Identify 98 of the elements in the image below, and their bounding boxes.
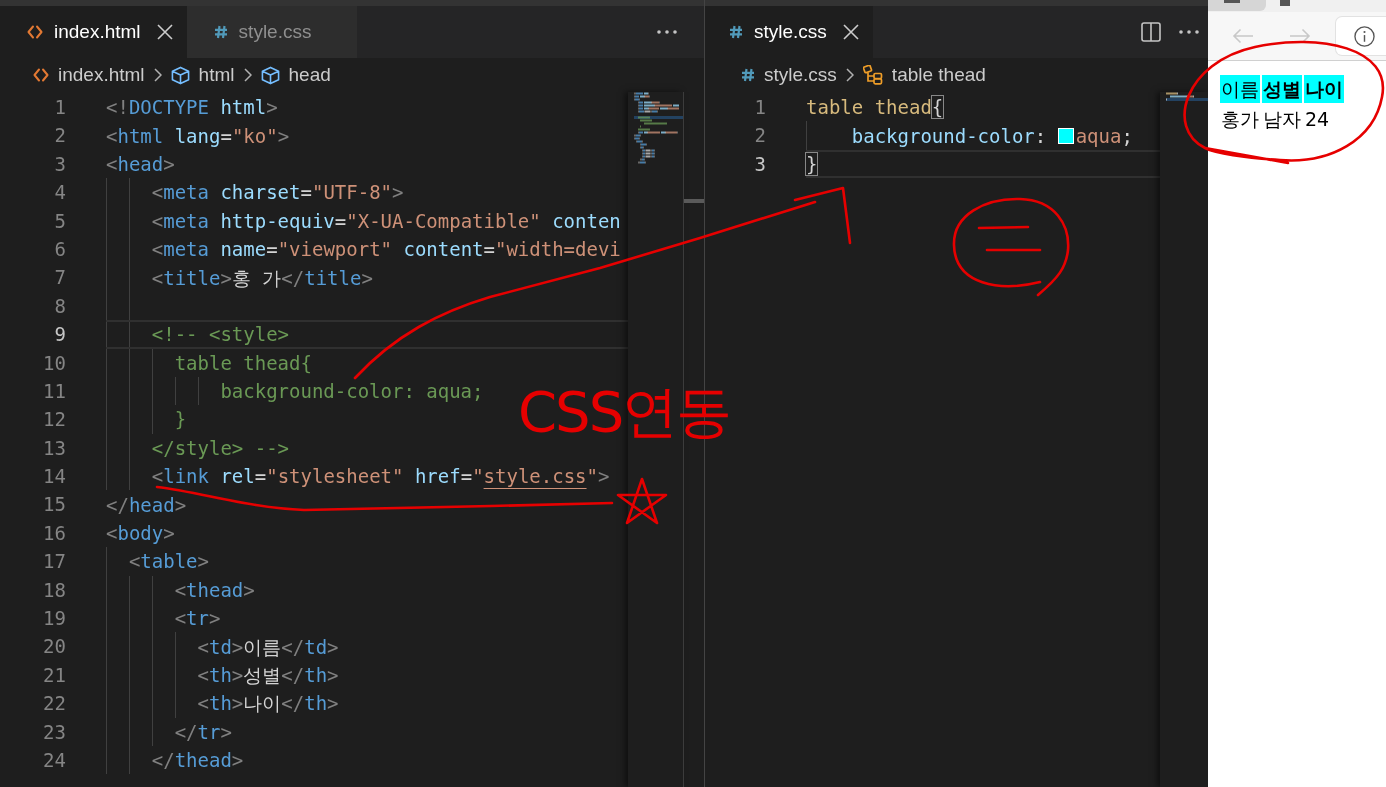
table-cell-text: 홍가: [1220, 107, 1260, 132]
hand-drawn-equals-sign: [977, 225, 1042, 252]
breadcrumb-item[interactable]: table thead: [862, 64, 986, 86]
code-line: <th>나이</th>: [197, 691, 339, 716]
cube-icon: [260, 65, 280, 85]
code-line: <th>성별</th>: [197, 663, 339, 687]
line-number: 19: [42, 606, 66, 632]
line-number: 2: [753, 123, 766, 149]
line-number: 1: [753, 95, 766, 120]
line-number: 13: [42, 435, 66, 461]
line-number: 11: [42, 378, 66, 404]
cube-icon: [170, 65, 190, 85]
line-number: 15: [42, 492, 66, 518]
line-number: 16: [42, 520, 66, 546]
code-line: <body>: [106, 521, 175, 546]
line-number: 9: [53, 322, 66, 348]
handwritten-note: CSS연동: [518, 384, 731, 440]
line-number: 24: [42, 748, 66, 773]
line-number: 3: [753, 151, 766, 177]
split-editor-icon[interactable]: [1141, 22, 1161, 42]
chevron-right-icon: [243, 68, 252, 82]
code-line: </style> -->: [151, 435, 290, 460]
code-brackets-icon: [33, 68, 49, 82]
line-number: 14: [42, 464, 66, 490]
browser-tab[interactable]: [1208, 0, 1266, 11]
code-line: <!DOCTYPE html>: [106, 95, 278, 120]
code-line: <title>홍 가</title>: [151, 265, 373, 290]
breadcrumb-item[interactable]: style.css: [741, 64, 837, 86]
hash-icon: [213, 25, 228, 39]
line-number: 10: [42, 350, 66, 376]
editor-tab[interactable]: index.html: [0, 6, 187, 58]
minimap[interactable]: [634, 92, 683, 164]
line-number: 17: [42, 549, 66, 575]
line-number: 1: [53, 95, 66, 120]
line-number: 22: [42, 691, 66, 717]
code-line: background-color:: [851, 123, 1048, 148]
minimap[interactable]: [1166, 92, 1208, 101]
code-line: table thead{: [806, 95, 944, 120]
code-brackets-icon: [27, 25, 43, 39]
line-number: 5: [53, 208, 66, 234]
line-number: 20: [42, 634, 66, 660]
close-icon[interactable]: [156, 24, 173, 40]
code-line: <head>: [106, 151, 175, 176]
more-icon[interactable]: [1179, 30, 1199, 34]
indent-guide: [197, 376, 199, 406]
code-line: }: [806, 151, 818, 176]
line-number: 21: [42, 662, 66, 688]
editor-tab[interactable]: style.css: [186, 6, 358, 58]
code-line: background-color: aqua;: [220, 379, 484, 404]
line-number: 3: [53, 151, 66, 177]
line-number: 4: [53, 180, 66, 206]
line-number: 18: [42, 577, 66, 603]
breadcrumb-item[interactable]: html: [170, 64, 235, 86]
indent-guide: [806, 121, 807, 150]
close-icon[interactable]: [842, 24, 859, 40]
tab-icon: [1224, 0, 1240, 3]
table-header-cell: 나이: [1304, 75, 1344, 103]
table-header-cell: 성별: [1262, 75, 1302, 103]
line-number: 8: [53, 293, 66, 319]
hash-icon: [741, 68, 755, 82]
code-line: table thead{: [174, 350, 312, 375]
line-number: 23: [42, 719, 66, 745]
line-number: 7: [53, 265, 66, 291]
code-line: </thead>: [151, 748, 244, 773]
chevron-right-icon: [845, 68, 854, 82]
hash-icon: [729, 25, 743, 39]
code-line: <tr>: [174, 606, 221, 631]
code-line: </head>: [106, 492, 187, 517]
table-cell-text: 남자: [1262, 107, 1302, 132]
code-line: </tr>: [174, 719, 232, 744]
code-line: <thead>: [174, 577, 255, 602]
color-swatch-icon[interactable]: [1057, 127, 1074, 144]
table-cell-text: 24: [1304, 107, 1331, 132]
code-line: <meta name="viewport" content="width=devi: [151, 237, 621, 262]
code-line: }: [174, 407, 187, 432]
code-line: <table>: [128, 549, 209, 574]
line-number: 12: [42, 407, 66, 433]
more-icon[interactable]: [657, 30, 677, 34]
code-line: <meta charset="UTF-8">: [151, 180, 404, 205]
code-line: <!-- <style>: [151, 322, 290, 347]
code-line: <td>이름</td>: [197, 634, 339, 659]
code-line: aqua;: [1075, 123, 1133, 148]
info-icon[interactable]: [1354, 25, 1375, 47]
line-number: 6: [53, 236, 66, 262]
code-line: <meta http-equiv="X-UA-Compatible" conten: [151, 208, 621, 233]
line-number: 2: [53, 123, 66, 149]
breadcrumb-item[interactable]: head: [260, 64, 331, 86]
table-header-cell: 이름: [1220, 75, 1260, 103]
code-line: <html lang="ko">: [106, 123, 290, 148]
editor-tab[interactable]: style.css: [705, 6, 873, 58]
scroll-position-marker: [684, 199, 704, 203]
code-line: <link rel="stylesheet" href="style.css">: [151, 464, 610, 489]
structure-icon: [862, 65, 883, 85]
hand-drawn-star: [616, 477, 668, 525]
address-bar[interactable]: [1336, 17, 1386, 55]
breadcrumb-item[interactable]: index.html: [33, 64, 145, 86]
indent-guide: [174, 376, 176, 406]
chevron-right-icon: [153, 68, 162, 82]
